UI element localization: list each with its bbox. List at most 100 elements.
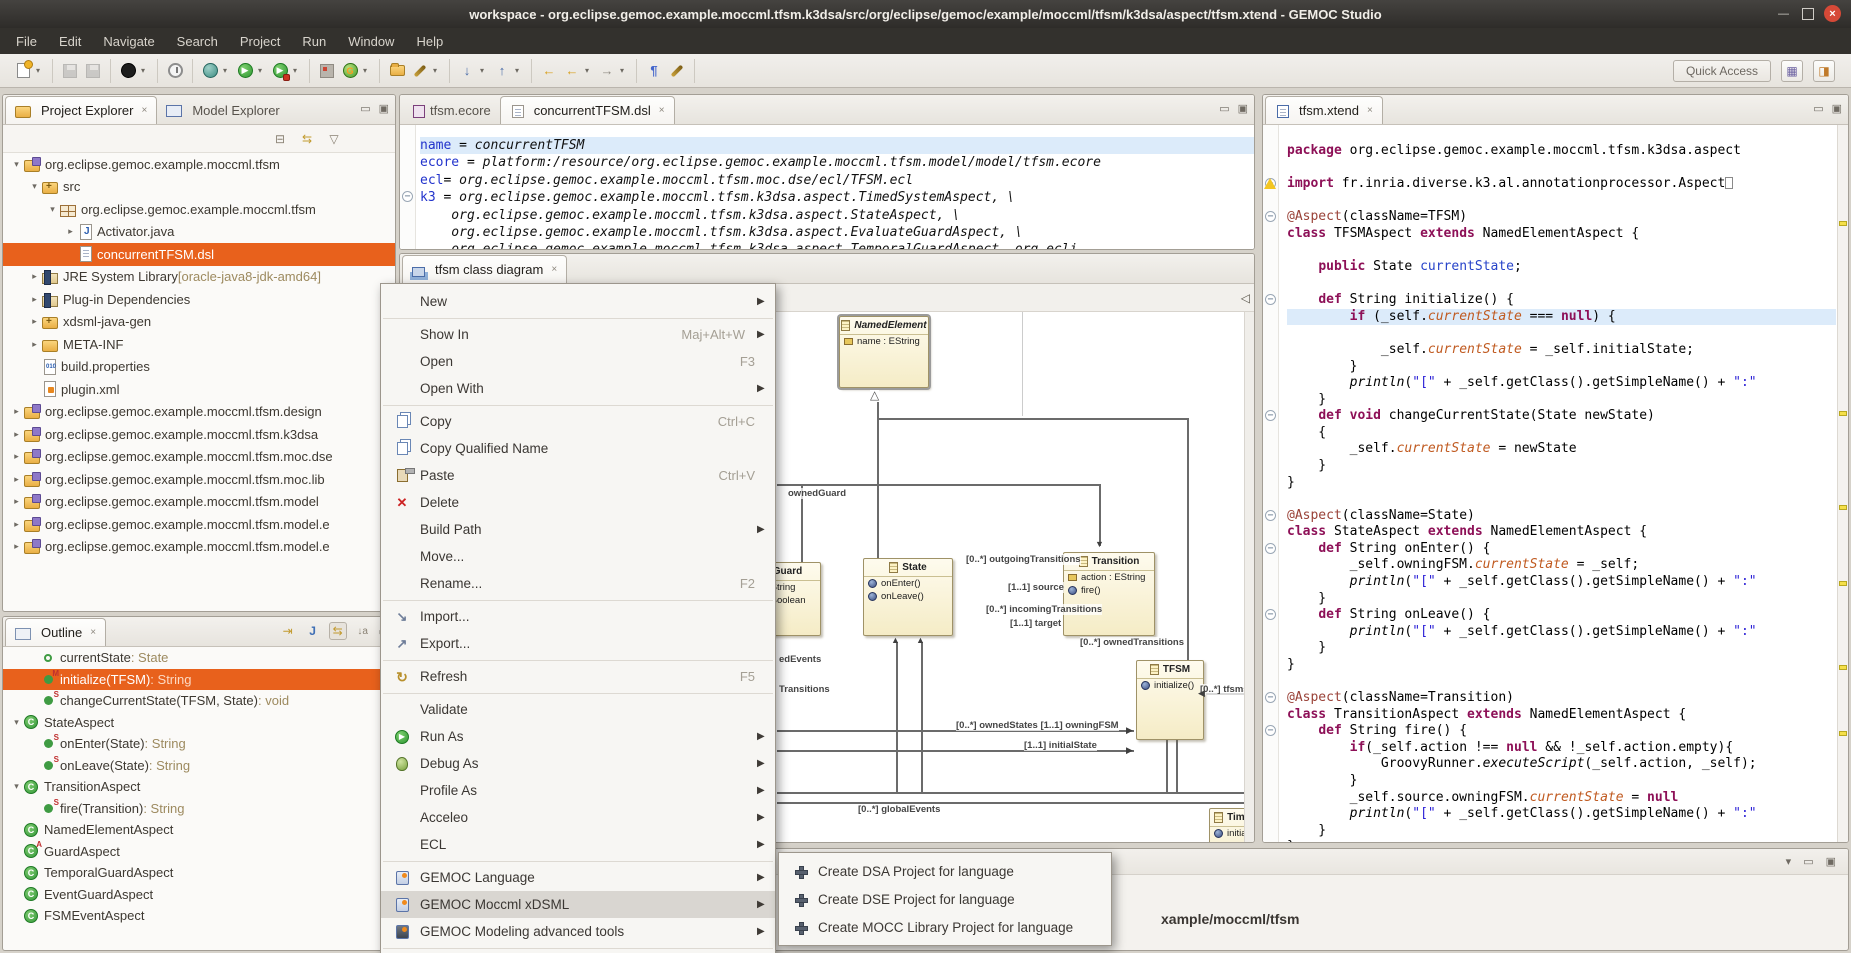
code-line[interactable]: } xyxy=(1287,773,1836,790)
expand-arrow-icon[interactable]: ▸ xyxy=(63,226,78,237)
fold-collapse-icon[interactable]: − xyxy=(1265,543,1276,554)
forward-dropdown-icon[interactable]: ▾ xyxy=(620,66,629,75)
code-line[interactable]: _self.owningFSM.currentState = _self; xyxy=(1287,557,1836,574)
outline-item[interactable]: CGuardAspect xyxy=(3,841,395,863)
overview-ruler[interactable] xyxy=(1837,125,1848,842)
tab-tfsm-xtend[interactable]: tfsm.xtend × xyxy=(1265,96,1383,124)
menubar-item-window[interactable]: Window xyxy=(338,31,404,52)
outline-item[interactable]: ▾CStateAspect xyxy=(3,712,395,734)
code-line[interactable]: class TransitionAspect extends NamedElem… xyxy=(1287,707,1836,724)
close-tab-icon[interactable]: × xyxy=(659,105,665,116)
outline-item[interactable]: CEventGuardAspect xyxy=(3,884,395,906)
hide-fields-icon[interactable]: J xyxy=(304,622,322,640)
debug-dropdown-icon[interactable]: ▾ xyxy=(223,66,232,75)
tab-model-explorer[interactable]: Model Explorer xyxy=(157,96,288,124)
tree-item[interactable]: concurrentTFSM.dsl xyxy=(3,243,395,266)
close-tab-icon[interactable]: × xyxy=(551,264,557,275)
expand-arrow-icon[interactable]: ▸ xyxy=(27,316,42,327)
gemoc-dropdown-icon[interactable]: ▾ xyxy=(363,66,372,75)
code-line[interactable]: @Aspect(className=Transition) xyxy=(1287,690,1836,707)
menu-item-copy[interactable]: CopyCtrl+C xyxy=(381,408,775,435)
link-with-editor-icon[interactable]: ⇥ xyxy=(279,622,297,640)
run-coverage-dropdown-icon[interactable]: ▾ xyxy=(293,66,302,75)
sort-icon[interactable]: ⇆ xyxy=(329,622,347,640)
tree-item[interactable]: ▸org.eclipse.gemoc.example.moccml.tfsm.d… xyxy=(3,401,395,424)
outline-item[interactable]: onEnter(State) : String xyxy=(3,733,395,755)
menu-item-validate[interactable]: Validate xyxy=(381,696,775,723)
minimize-view-icon[interactable]: ▭ xyxy=(1803,855,1813,868)
outline-item[interactable]: ▾CTransitionAspect xyxy=(3,776,395,798)
ruler-mark[interactable] xyxy=(1839,411,1847,416)
tab-outline[interactable]: Outline × xyxy=(5,618,106,646)
outline-item[interactable]: currentState : State xyxy=(3,647,395,669)
code-line[interactable]: { xyxy=(1287,425,1836,442)
tree-item[interactable]: ▸Activator.java xyxy=(3,221,395,244)
tab-concurrenttfsm-dsl[interactable]: concurrentTFSM.dsl × xyxy=(500,96,675,124)
expand-arrow-icon[interactable]: ▸ xyxy=(27,339,42,350)
outline-item[interactable]: initialize(TFSM) : String xyxy=(3,669,395,691)
code-line[interactable] xyxy=(1287,193,1836,210)
clock-icon[interactable] xyxy=(165,61,185,81)
expand-arrow-icon[interactable]: ▾ xyxy=(45,204,60,215)
menubar-item-project[interactable]: Project xyxy=(230,31,290,52)
menu-item-build-path[interactable]: Build Path▶ xyxy=(381,516,775,543)
code-line[interactable]: def String onLeave() { xyxy=(1287,607,1836,624)
code-line[interactable]: } xyxy=(1287,359,1836,376)
run-coverage-icon[interactable]: ▶ xyxy=(270,61,290,81)
maximize-icon[interactable] xyxy=(1802,8,1814,20)
menu-item-new[interactable]: New▶ xyxy=(381,288,775,315)
menu-item-ecl[interactable]: ECL▶ xyxy=(381,831,775,858)
menubar-item-navigate[interactable]: Navigate xyxy=(93,31,164,52)
ruler-mark[interactable] xyxy=(1839,731,1847,736)
quick-access-button[interactable]: Quick Access xyxy=(1673,60,1771,82)
menu-item-export[interactable]: ↗Export... xyxy=(381,630,775,657)
menu-item-delete[interactable]: ✕Delete xyxy=(381,489,775,516)
fold-collapse-icon[interactable]: − xyxy=(1265,609,1276,620)
code-line[interactable]: public State currentState; xyxy=(1287,259,1836,276)
save-icon[interactable] xyxy=(60,61,80,81)
outline-item[interactable]: CNamedElementAspect xyxy=(3,819,395,841)
menubar-item-edit[interactable]: Edit xyxy=(49,31,91,52)
fold-collapse-icon[interactable]: − xyxy=(1265,294,1276,305)
link-with-editor-icon[interactable]: ⇆ xyxy=(298,130,316,148)
pilcrow-icon[interactable]: ¶ xyxy=(644,61,664,81)
menu-item-show-in[interactable]: Show InMaj+Alt+W▶ xyxy=(381,321,775,348)
fold-collapse-icon[interactable]: − xyxy=(1265,725,1276,736)
expand-arrow-icon[interactable]: ▸ xyxy=(9,406,24,417)
paintbrush-icon[interactable] xyxy=(410,61,430,81)
code-line[interactable]: def String initialize() { xyxy=(1287,292,1836,309)
code-line[interactable]: } xyxy=(1287,591,1836,608)
tree-item[interactable]: ▸org.eclipse.gemoc.example.moccml.tfsm.m… xyxy=(3,446,395,469)
code-line[interactable]: org.eclipse.gemoc.example.moccml.tfsm.k3… xyxy=(420,207,1254,224)
tree-item[interactable]: ▸xdsml-java-gen xyxy=(3,311,395,334)
open-folder-icon[interactable] xyxy=(387,61,407,81)
run-dropdown-icon[interactable]: ▾ xyxy=(258,66,267,75)
tree-item[interactable]: ▸org.eclipse.gemoc.example.moccml.tfsm.m… xyxy=(3,513,395,536)
code-line[interactable]: println("[" + _self.getClass().getSimple… xyxy=(1287,806,1836,823)
code-line[interactable]: def String onEnter() { xyxy=(1287,541,1836,558)
code-line[interactable]: println("[" + _self.getClass().getSimple… xyxy=(1287,574,1836,591)
expand-arrow-icon[interactable]: ▾ xyxy=(9,781,24,792)
back-icon[interactable]: ← xyxy=(562,61,582,81)
maximize-view-icon[interactable]: ▣ xyxy=(1826,855,1836,868)
expand-arrow-icon[interactable]: ▸ xyxy=(27,294,42,305)
menubar-item-search[interactable]: Search xyxy=(167,31,228,52)
code-line[interactable]: @Aspect(className=TFSM) xyxy=(1287,209,1836,226)
menu-item-refresh[interactable]: ↻RefreshF5 xyxy=(381,663,775,690)
menu-item-acceleo[interactable]: Acceleo▶ xyxy=(381,804,775,831)
tree-item[interactable]: ▸org.eclipse.gemoc.example.moccml.tfsm.m… xyxy=(3,468,395,491)
maximize-view-icon[interactable]: ▣ xyxy=(1832,102,1842,115)
menu-item-open-with[interactable]: Open With▶ xyxy=(381,375,775,402)
code-line[interactable]: @Aspect(className=State) xyxy=(1287,508,1836,525)
ruler-mark[interactable] xyxy=(1839,665,1847,670)
dsl-code-editor[interactable]: − name = concurrentTFSMecore = platform:… xyxy=(400,125,1254,249)
expand-arrow-icon[interactable]: ▸ xyxy=(9,519,24,530)
menubar-item-run[interactable]: Run xyxy=(292,31,336,52)
ruler-mark[interactable] xyxy=(1839,505,1847,510)
back-dropdown-icon[interactable]: ▾ xyxy=(585,66,594,75)
code-line[interactable]: } xyxy=(1287,839,1836,842)
code-line[interactable]: def String fire() { xyxy=(1287,723,1836,740)
code-line[interactable] xyxy=(1287,674,1836,691)
expand-arrow-icon[interactable]: ▸ xyxy=(9,496,24,507)
profile-icon[interactable] xyxy=(118,61,138,81)
